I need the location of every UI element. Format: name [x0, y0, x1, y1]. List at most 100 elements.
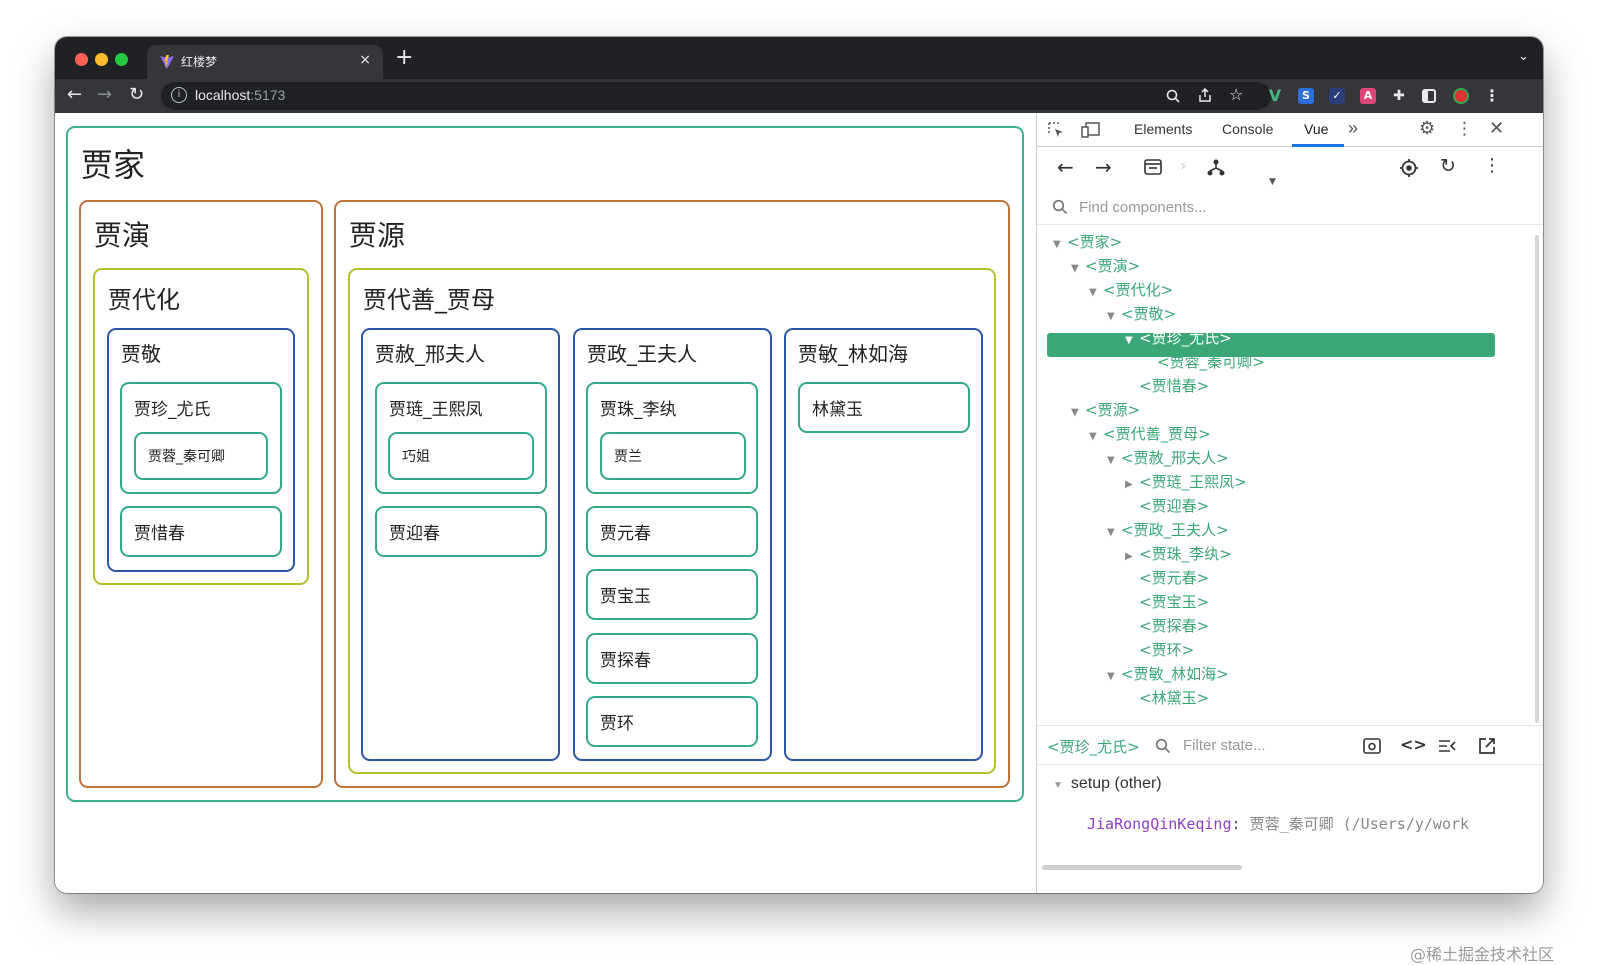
tab-elements[interactable]: Elements	[1134, 121, 1192, 137]
history-forward-icon[interactable]: →	[1095, 155, 1112, 179]
component-jiaxichun: 贾惜春	[120, 506, 282, 557]
horizontal-scrollbar[interactable]	[1042, 865, 1242, 870]
settings-gear-icon[interactable]: ⚙	[1419, 118, 1435, 139]
expanded-caret-icon: ▼	[1089, 431, 1097, 442]
s-extension-icon[interactable]: S	[1298, 88, 1314, 104]
url-port: :5173	[250, 87, 286, 103]
tree-node[interactable]: ▼ <贾家>	[1053, 231, 1122, 252]
bookmark-star-icon[interactable]: ☆	[1229, 85, 1243, 104]
component-title: 贾源	[349, 219, 406, 252]
tree-node[interactable]: ▼ <贾演>	[1071, 255, 1140, 276]
tree-node[interactable]: <林黛玉>	[1139, 687, 1209, 708]
component-search[interactable]: Find components...	[1037, 187, 1543, 225]
maximize-window-button[interactable]	[115, 53, 128, 66]
forward-icon[interactable]: →	[97, 84, 112, 106]
collapsed-caret-icon: ▶	[1125, 551, 1133, 562]
close-devtools-icon[interactable]: ✕	[1489, 118, 1504, 139]
tree-node[interactable]: ▶ <贾珠_李纨>	[1125, 543, 1232, 564]
tree-node[interactable]: <贾惜春>	[1139, 375, 1209, 396]
tree-node[interactable]: <贾探春>	[1139, 615, 1209, 636]
tree-node[interactable]: ▼ <贾敏_林如海>	[1107, 663, 1229, 684]
component-title: 贾敬	[121, 342, 161, 366]
search-input[interactable]: Find components...	[1079, 199, 1207, 216]
url-text: localhost:5173	[195, 87, 285, 103]
tab-vue[interactable]: Vue	[1304, 121, 1328, 137]
devtools-menu-icon[interactable]: ⋮	[1456, 119, 1473, 139]
vue-more-icon[interactable]: ⋮	[1483, 155, 1501, 176]
vite-logo-icon	[160, 55, 174, 69]
setup-section-label: setup (other)	[1070, 775, 1162, 792]
browser-tab[interactable]: 红楼梦 ×	[147, 45, 383, 79]
vue-devtools-extension-icon[interactable]: V	[1267, 88, 1283, 104]
tab-search-icon[interactable]: ⌄	[1518, 49, 1529, 64]
tree-node[interactable]: ▼ <贾敬>	[1107, 303, 1176, 324]
zoom-icon[interactable]	[1166, 89, 1180, 103]
translate-extension-icon[interactable]: A	[1360, 88, 1376, 104]
inspect-element-icon[interactable]	[1047, 121, 1065, 139]
open-in-editor-icon[interactable]	[1478, 737, 1496, 755]
tree-node[interactable]: <贾蓉_秦可卿>	[1157, 351, 1265, 372]
side-panel-icon[interactable]	[1422, 89, 1436, 103]
component-title: 贾琏_王熙凤	[389, 400, 483, 420]
vue-toolbar: ← → › ↻ ⋮ ▼	[1037, 147, 1543, 187]
selected-row-highlight	[1047, 333, 1495, 357]
component-title: 贾探春	[600, 651, 651, 671]
collapsed-caret-icon: ▶	[1125, 479, 1133, 490]
show-render-code-icon[interactable]: <>	[1400, 735, 1427, 754]
tree-node[interactable]: ▶ <贾琏_王熙凤>	[1125, 471, 1247, 492]
tree-node[interactable]: <贾元春>	[1139, 567, 1209, 588]
profile-avatar-icon[interactable]	[1453, 88, 1469, 104]
setup-section[interactable]: ▼ setup (other)	[1053, 775, 1162, 793]
tree-node[interactable]: ▼ <贾代善_贾母>	[1089, 423, 1211, 444]
component-title: 贾环	[600, 714, 634, 734]
reload-icon[interactable]: ↻	[129, 84, 144, 106]
tree-node[interactable]: ▼ <贾赦_邢夫人>	[1107, 447, 1229, 468]
refresh-icon[interactable]: ↻	[1440, 155, 1456, 177]
check-extension-icon[interactable]: ✓	[1329, 88, 1345, 104]
component-title: 贾代化	[108, 286, 180, 314]
tree-node[interactable]: <贾宝玉>	[1139, 591, 1209, 612]
tree-node[interactable]: ▼ <贾政_王夫人>	[1107, 519, 1229, 540]
component-jiabaoyu: 贾宝玉	[586, 569, 758, 620]
address-bar[interactable]: i localhost:5173 ☆	[161, 82, 1271, 110]
component-title: 贾政_王夫人	[587, 342, 697, 366]
tree-node[interactable]: <贾迎春>	[1139, 495, 1209, 516]
back-icon[interactable]: ←	[67, 84, 82, 106]
state-entry[interactable]: JiaRongQinKeqing: 贾蓉_秦可卿 (/Users/y/work	[1087, 813, 1469, 834]
select-component-target-icon[interactable]	[1399, 158, 1419, 178]
browser-menu-icon[interactable]: ⋮	[1484, 88, 1500, 104]
devtools-tab-bar: Elements Console Vue » ⚙ ⋮ ✕	[1037, 113, 1543, 147]
share-icon[interactable]	[1198, 88, 1212, 103]
browser-window: 红楼梦 × + ⌄ ← → ↻ i localhost:5173 ☆ V S ✓…	[55, 37, 1543, 893]
tab-close-icon[interactable]: ×	[359, 52, 371, 68]
app-selector-icon[interactable]	[1144, 159, 1162, 175]
expanded-caret-icon: ▼	[1107, 671, 1115, 682]
extensions-puzzle-icon[interactable]: ✚	[1391, 88, 1407, 104]
state-inspector-header: <贾珍_尤氏> Filter state... <>	[1037, 725, 1543, 765]
expanded-caret-icon: ▼	[1107, 455, 1115, 466]
history-back-icon[interactable]: ←	[1057, 155, 1074, 179]
split-handle-icon[interactable]: ▼	[1269, 177, 1276, 187]
inspect-dom-icon[interactable]	[1438, 738, 1456, 754]
tree-node-selected[interactable]: ▼ <贾珍_尤氏>	[1125, 327, 1232, 348]
scroll-to-component-icon[interactable]	[1363, 738, 1381, 754]
tree-scrollbar[interactable]	[1535, 235, 1539, 723]
expanded-caret-icon: ▼	[1071, 263, 1079, 274]
tree-node[interactable]: ▼ <贾源>	[1071, 399, 1140, 420]
page-viewport: 贾家 贾演 贾代化 贾敬 贾珍_尤氏 贾蓉_秦可卿 贾惜春 贾源 贾代善_贾母 …	[55, 113, 1543, 893]
tree-node[interactable]: ▼ <贾代化>	[1089, 279, 1173, 300]
filter-state-input[interactable]: Filter state...	[1183, 737, 1266, 754]
site-info-icon[interactable]: i	[171, 87, 187, 103]
close-window-button[interactable]	[75, 53, 88, 66]
search-icon	[1052, 199, 1068, 215]
device-toolbar-icon[interactable]	[1081, 121, 1101, 139]
component-title: 贾赦_邢夫人	[375, 342, 485, 366]
tree-node[interactable]: <贾环>	[1139, 639, 1194, 660]
component-title: 贾敏_林如海	[798, 342, 908, 366]
minimize-window-button[interactable]	[95, 53, 108, 66]
tab-console[interactable]: Console	[1222, 121, 1273, 137]
component-jialan: 贾兰	[600, 432, 746, 480]
new-tab-button[interactable]: +	[395, 46, 413, 70]
more-tabs-icon[interactable]: »	[1348, 118, 1358, 139]
component-tree-icon[interactable]	[1207, 158, 1225, 176]
